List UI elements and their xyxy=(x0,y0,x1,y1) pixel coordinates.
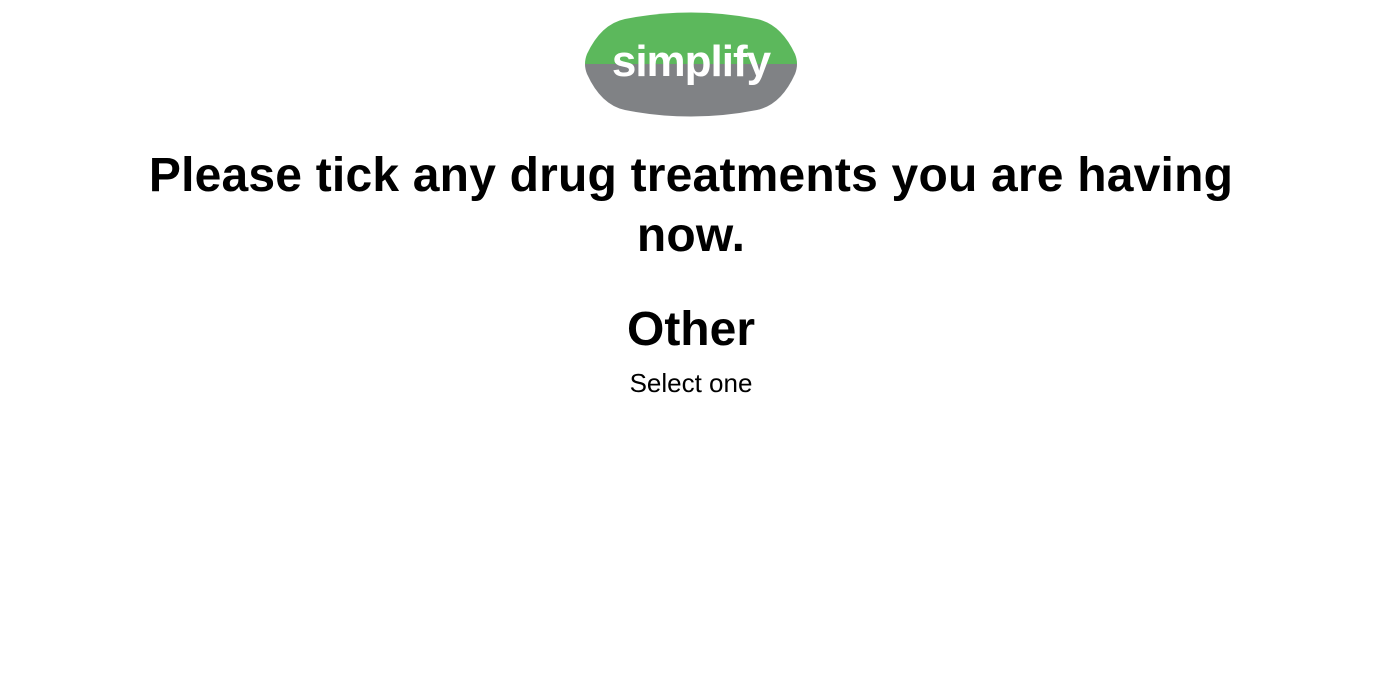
simplify-logo: simplify xyxy=(583,10,799,119)
page: simplify Please tick any drug treatments… xyxy=(0,0,1382,683)
section-title: Other xyxy=(626,303,755,356)
question-heading: Please tick any drug treatments you are … xyxy=(148,149,1234,262)
section-hint: Select one xyxy=(629,368,753,398)
logo-wordmark: simplify xyxy=(612,37,772,86)
